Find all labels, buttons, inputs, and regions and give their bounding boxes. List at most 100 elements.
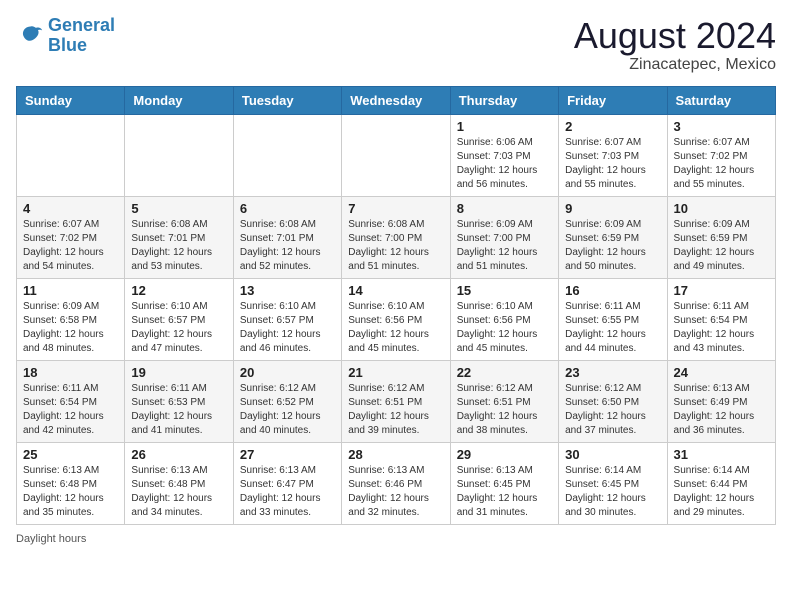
calendar-cell xyxy=(342,114,450,196)
calendar-week-row: 4 Sunrise: 6:07 AMSunset: 7:02 PMDaylight… xyxy=(17,196,776,278)
logo-icon xyxy=(16,22,44,50)
day-number: 3 xyxy=(674,119,769,134)
day-number: 5 xyxy=(131,201,226,216)
calendar-cell xyxy=(17,114,125,196)
day-number: 26 xyxy=(131,447,226,462)
day-info: Sunrise: 6:09 AMSunset: 6:59 PMDaylight:… xyxy=(565,218,660,274)
calendar-cell: 9 Sunrise: 6:09 AMSunset: 6:59 PMDaylight… xyxy=(559,196,667,278)
calendar-cell: 23Sunrise: 6:12 AMSunset: 6:50 PMDayligh… xyxy=(559,360,667,442)
footer-note: Daylight hours xyxy=(16,533,776,545)
calendar-cell: 7Sunrise: 6:08 AMSunset: 7:00 PMDaylight… xyxy=(342,196,450,278)
calendar-cell: 28Sunrise: 6:13 AMSunset: 6:46 PMDayligh… xyxy=(342,442,450,524)
calendar-cell: 22Sunrise: 6:12 AMSunset: 6:51 PMDayligh… xyxy=(450,360,558,442)
day-number: 23 xyxy=(565,365,660,380)
calendar-cell: 29 Sunrise: 6:13 AMSunset: 6:45 PMDayligh… xyxy=(450,442,558,524)
day-of-week-header: Thursday xyxy=(450,86,558,114)
day-number: 31 xyxy=(674,447,769,462)
day-number: 11 xyxy=(23,283,118,298)
day-info: Sunrise: 6:14 AMSunset: 6:45 PMDaylight:… xyxy=(565,464,660,520)
day-info: Sunrise: 6:13 AMSunset: 6:48 PMDaylight:… xyxy=(23,464,118,520)
day-number: 6 xyxy=(240,201,335,216)
day-number: 7 xyxy=(348,201,443,216)
day-number: 16 xyxy=(565,283,660,298)
day-info: Sunrise: 6:10 AMSunset: 6:56 PMDaylight:… xyxy=(457,300,552,356)
calendar-cell: 2Sunrise: 6:07 AMSunset: 7:03 PMDaylight… xyxy=(559,114,667,196)
calendar-header-row: SundayMondayTuesdayWednesdayThursdayFrid… xyxy=(17,86,776,114)
calendar-cell: 8 Sunrise: 6:09 AMSunset: 7:00 PMDaylight… xyxy=(450,196,558,278)
calendar-cell: 16 Sunrise: 6:11 AMSunset: 6:55 PMDayligh… xyxy=(559,278,667,360)
calendar-cell: 4 Sunrise: 6:07 AMSunset: 7:02 PMDaylight… xyxy=(17,196,125,278)
calendar-week-row: 11 Sunrise: 6:09 AMSunset: 6:58 PMDayligh… xyxy=(17,278,776,360)
calendar-cell: 30Sunrise: 6:14 AMSunset: 6:45 PMDayligh… xyxy=(559,442,667,524)
day-info: Sunrise: 6:07 AMSunset: 7:02 PMDaylight:… xyxy=(674,136,769,192)
page-header: General Blue August 2024 Zinacatepec, Me… xyxy=(16,16,776,74)
calendar-cell: 21 Sunrise: 6:12 AMSunset: 6:51 PMDayligh… xyxy=(342,360,450,442)
day-of-week-header: Wednesday xyxy=(342,86,450,114)
day-info: Sunrise: 6:12 AMSunset: 6:51 PMDaylight:… xyxy=(348,382,443,438)
day-info: Sunrise: 6:13 AMSunset: 6:47 PMDaylight:… xyxy=(240,464,335,520)
day-number: 27 xyxy=(240,447,335,462)
calendar-cell: 10Sunrise: 6:09 AMSunset: 6:59 PMDayligh… xyxy=(667,196,775,278)
day-number: 18 xyxy=(23,365,118,380)
calendar-cell: 6 Sunrise: 6:08 AMSunset: 7:01 PMDaylight… xyxy=(233,196,341,278)
day-info: Sunrise: 6:13 AMSunset: 6:45 PMDaylight:… xyxy=(457,464,552,520)
day-number: 20 xyxy=(240,365,335,380)
day-number: 12 xyxy=(131,283,226,298)
day-info: Sunrise: 6:14 AMSunset: 6:44 PMDaylight:… xyxy=(674,464,769,520)
calendar-cell: 18 Sunrise: 6:11 AMSunset: 6:54 PMDayligh… xyxy=(17,360,125,442)
day-number: 10 xyxy=(674,201,769,216)
day-info: Sunrise: 6:13 AMSunset: 6:49 PMDaylight:… xyxy=(674,382,769,438)
calendar-cell: 1 Sunrise: 6:06 AMSunset: 7:03 PMDaylight… xyxy=(450,114,558,196)
day-info: Sunrise: 6:11 AMSunset: 6:55 PMDaylight:… xyxy=(565,300,660,356)
calendar-cell: 3 Sunrise: 6:07 AMSunset: 7:02 PMDaylight… xyxy=(667,114,775,196)
day-info: Sunrise: 6:11 AMSunset: 6:54 PMDaylight:… xyxy=(674,300,769,356)
day-number: 24 xyxy=(674,365,769,380)
day-info: Sunrise: 6:09 AMSunset: 7:00 PMDaylight:… xyxy=(457,218,552,274)
day-of-week-header: Monday xyxy=(125,86,233,114)
calendar-cell: 13Sunrise: 6:10 AMSunset: 6:57 PMDayligh… xyxy=(233,278,341,360)
day-info: Sunrise: 6:10 AMSunset: 6:57 PMDaylight:… xyxy=(131,300,226,356)
calendar-cell: 14 Sunrise: 6:10 AMSunset: 6:56 PMDayligh… xyxy=(342,278,450,360)
day-number: 4 xyxy=(23,201,118,216)
calendar-cell: 26 Sunrise: 6:13 AMSunset: 6:48 PMDayligh… xyxy=(125,442,233,524)
day-number: 1 xyxy=(457,119,552,134)
day-info: Sunrise: 6:07 AMSunset: 7:02 PMDaylight:… xyxy=(23,218,118,274)
day-of-week-header: Friday xyxy=(559,86,667,114)
calendar-cell xyxy=(125,114,233,196)
logo-text: General Blue xyxy=(48,16,115,56)
day-number: 8 xyxy=(457,201,552,216)
calendar-cell: 25Sunrise: 6:13 AMSunset: 6:48 PMDayligh… xyxy=(17,442,125,524)
calendar-cell: 12 Sunrise: 6:10 AMSunset: 6:57 PMDayligh… xyxy=(125,278,233,360)
day-info: Sunrise: 6:12 AMSunset: 6:51 PMDaylight:… xyxy=(457,382,552,438)
location: Zinacatepec, Mexico xyxy=(574,56,776,74)
day-info: Sunrise: 6:13 AMSunset: 6:48 PMDaylight:… xyxy=(131,464,226,520)
day-number: 19 xyxy=(131,365,226,380)
calendar-cell: 24 Sunrise: 6:13 AMSunset: 6:49 PMDayligh… xyxy=(667,360,775,442)
calendar-cell: 19Sunrise: 6:11 AMSunset: 6:53 PMDayligh… xyxy=(125,360,233,442)
day-of-week-header: Tuesday xyxy=(233,86,341,114)
logo: General Blue xyxy=(16,16,115,56)
day-number: 21 xyxy=(348,365,443,380)
day-info: Sunrise: 6:10 AMSunset: 6:57 PMDaylight:… xyxy=(240,300,335,356)
day-info: Sunrise: 6:12 AMSunset: 6:52 PMDaylight:… xyxy=(240,382,335,438)
day-info: Sunrise: 6:06 AMSunset: 7:03 PMDaylight:… xyxy=(457,136,552,192)
day-number: 29 xyxy=(457,447,552,462)
day-info: Sunrise: 6:09 AMSunset: 6:58 PMDaylight:… xyxy=(23,300,118,356)
day-of-week-header: Sunday xyxy=(17,86,125,114)
day-number: 15 xyxy=(457,283,552,298)
day-info: Sunrise: 6:13 AMSunset: 6:46 PMDaylight:… xyxy=(348,464,443,520)
calendar-week-row: 18 Sunrise: 6:11 AMSunset: 6:54 PMDayligh… xyxy=(17,360,776,442)
day-info: Sunrise: 6:11 AMSunset: 6:54 PMDaylight:… xyxy=(23,382,118,438)
day-info: Sunrise: 6:07 AMSunset: 7:03 PMDaylight:… xyxy=(565,136,660,192)
calendar-cell: 5 Sunrise: 6:08 AMSunset: 7:01 PMDaylight… xyxy=(125,196,233,278)
calendar-cell: 15 Sunrise: 6:10 AMSunset: 6:56 PMDayligh… xyxy=(450,278,558,360)
calendar-week-row: 1 Sunrise: 6:06 AMSunset: 7:03 PMDaylight… xyxy=(17,114,776,196)
day-info: Sunrise: 6:08 AMSunset: 7:01 PMDaylight:… xyxy=(131,218,226,274)
title-block: August 2024 Zinacatepec, Mexico xyxy=(574,16,776,74)
day-info: Sunrise: 6:10 AMSunset: 6:56 PMDaylight:… xyxy=(348,300,443,356)
calendar-cell: 20 Sunrise: 6:12 AMSunset: 6:52 PMDayligh… xyxy=(233,360,341,442)
day-number: 14 xyxy=(348,283,443,298)
day-number: 9 xyxy=(565,201,660,216)
day-of-week-header: Saturday xyxy=(667,86,775,114)
day-info: Sunrise: 6:08 AMSunset: 7:01 PMDaylight:… xyxy=(240,218,335,274)
